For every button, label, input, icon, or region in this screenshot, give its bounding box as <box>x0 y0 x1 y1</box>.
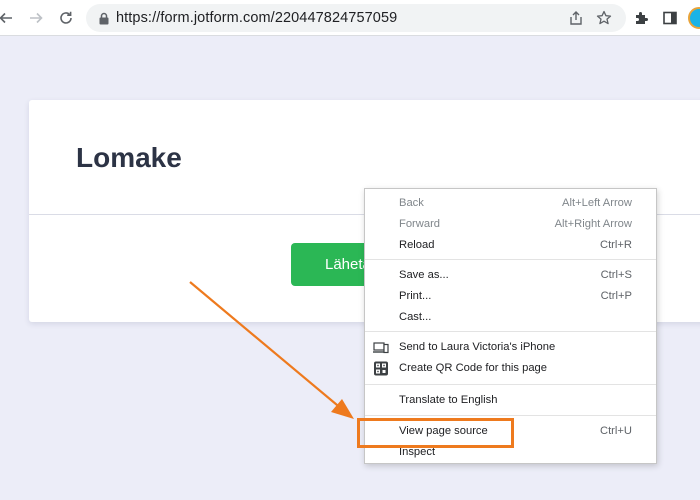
page-title: Lomake <box>76 142 182 173</box>
menu-item-label: Forward <box>399 218 441 230</box>
menu-item-send-to-device[interactable]: Send to Laura Victoria's iPhone <box>365 337 656 358</box>
bookmark-star-icon[interactable] <box>596 10 612 26</box>
menu-separator <box>365 415 656 416</box>
side-panel-icon[interactable] <box>661 9 679 27</box>
menu-item-shortcut: Ctrl+P <box>600 290 632 302</box>
send-to-device-icon <box>373 340 389 355</box>
menu-item-back[interactable]: Back Alt+Left Arrow <box>365 193 656 214</box>
menu-item-shortcut: Alt+Left Arrow <box>562 197 632 209</box>
menu-item-shortcut: Alt+Right Arrow <box>554 218 632 230</box>
menu-separator <box>365 384 656 385</box>
menu-item-shortcut: Ctrl+U <box>599 425 632 437</box>
menu-separator <box>365 259 656 260</box>
menu-item-translate[interactable]: Translate to English <box>365 390 656 411</box>
menu-item-label: Reload <box>399 239 435 251</box>
menu-item-label: Print... <box>399 290 432 302</box>
menu-item-cast[interactable]: Cast... <box>365 307 656 328</box>
forward-arrow-icon[interactable] <box>26 8 46 28</box>
menu-item-label: Translate to English <box>399 394 498 406</box>
menu-separator <box>365 331 656 332</box>
qr-code-icon <box>373 361 389 376</box>
menu-item-label: Save as... <box>399 269 449 281</box>
annotation-highlight-box <box>357 418 514 448</box>
menu-item-reload[interactable]: Reload Ctrl+R <box>365 235 656 256</box>
menu-item-shortcut: Ctrl+S <box>600 269 632 281</box>
menu-item-qr-code[interactable]: Create QR Code for this page <box>365 358 656 379</box>
url-text[interactable]: https://form.jotform.com/220447824757059 <box>116 10 397 26</box>
address-bar[interactable]: https://form.jotform.com/220447824757059 <box>86 4 626 32</box>
menu-item-label: Cast... <box>399 311 432 323</box>
back-arrow-icon[interactable] <box>0 8 16 28</box>
menu-item-label: Send to Laura Victoria's iPhone <box>399 341 556 353</box>
share-icon[interactable] <box>568 10 584 26</box>
menu-item-save-as[interactable]: Save as... Ctrl+S <box>365 265 656 286</box>
menu-item-forward[interactable]: Forward Alt+Right Arrow <box>365 214 656 235</box>
browser-toolbar: https://form.jotform.com/220447824757059 <box>0 0 700 36</box>
menu-item-print[interactable]: Print... Ctrl+P <box>365 286 656 307</box>
profile-avatar[interactable] <box>688 7 700 29</box>
menu-item-shortcut: Ctrl+R <box>599 239 632 251</box>
menu-item-label: Create QR Code for this page <box>399 362 547 374</box>
reload-icon[interactable] <box>56 8 76 28</box>
lock-icon[interactable] <box>98 12 110 25</box>
menu-item-label: Back <box>399 197 424 209</box>
extensions-puzzle-icon[interactable] <box>633 9 651 27</box>
